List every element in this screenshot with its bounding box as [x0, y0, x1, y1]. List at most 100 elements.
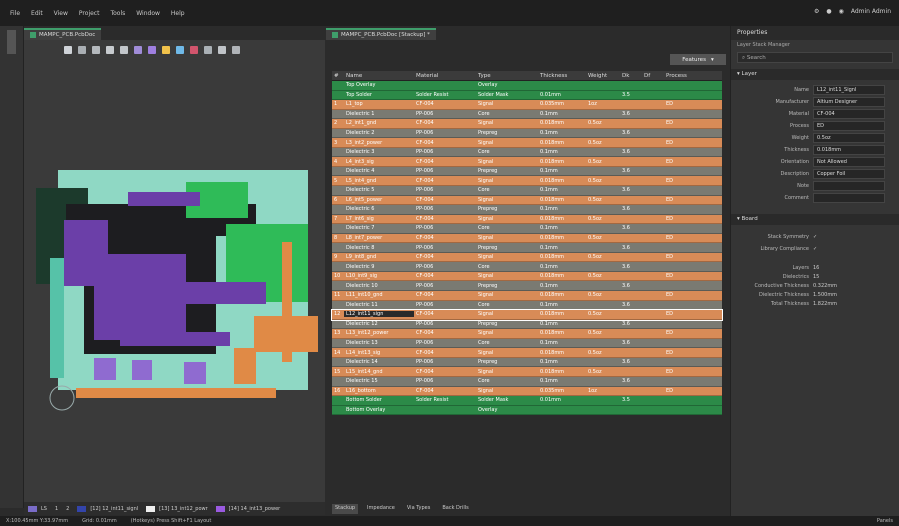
layer-section-header[interactable]: ▾ Layer [731, 69, 899, 80]
layer-label-1[interactable]: 1 [55, 506, 58, 512]
table-row[interactable]: 6 L6_int5_power CF-004 Signal 0.018mm 0.5oz ED [332, 195, 722, 206]
menu-edit[interactable]: Edit [31, 10, 43, 17]
table-row[interactable]: 16 L16_bottom CF-004 Signal 0.035mm 1oz ED [332, 386, 722, 397]
diff-pair-icon[interactable] [148, 46, 156, 54]
layer-label-2[interactable]: 2 [66, 506, 69, 512]
menu-tools[interactable]: Tools [110, 10, 125, 17]
table-row[interactable]: Dielectric 15 PP-006 Core 0.1mm 3.6 [332, 376, 722, 387]
layer-chip-13[interactable] [146, 505, 156, 512]
table-row[interactable]: Dielectric 13 PP-006 Core 0.1mm 3.6 [332, 338, 722, 349]
col-material[interactable]: Material [414, 73, 476, 79]
line-icon[interactable] [232, 46, 240, 54]
table-row[interactable]: Dielectric 6 PP-006 Prepreg 0.1mm 3.6 [332, 205, 722, 215]
menu-view[interactable]: View [54, 10, 68, 17]
table-row[interactable]: Dielectric 1 PP-006 Core 0.1mm 3.6 [332, 109, 722, 120]
table-row[interactable]: 10 L10_int9_sig CF-004 Signal 0.018mm 0.5oz ED [332, 271, 722, 282]
table-row[interactable]: Bottom Overlay Overlay [332, 405, 722, 416]
col-type[interactable]: Type [476, 73, 538, 79]
pcb-doc-tab[interactable]: MAMPC_PCB.PcbDoc [24, 28, 102, 40]
table-row[interactable]: 1 L1_top CF-004 Signal 0.035mm 1oz ED [332, 100, 722, 110]
table-row[interactable]: Dielectric 11 PP-006 Core 0.1mm 3.6 [332, 300, 722, 311]
crosshair-icon[interactable] [78, 46, 86, 54]
table-row[interactable]: 12 L12_int11_sign CF-004 Signal 0.018mm 0.5oz… [331, 309, 723, 321]
prop-value-field[interactable]: 0.5oz [813, 133, 885, 143]
table-row[interactable]: Dielectric 10 PP-006 Prepreg 0.1mm 3.6 [332, 281, 722, 292]
user-icon[interactable]: ◉ [839, 8, 844, 15]
tab-stackup[interactable]: Stackup [332, 504, 359, 514]
table-row[interactable]: 3 L3_int2_power CF-004 Signal 0.018mm 0.5oz ED [332, 138, 722, 148]
layer-label-14[interactable]: [14] 14_int13_power [229, 506, 281, 512]
prop-value-field[interactable]: L12_int11_Signl [813, 85, 885, 95]
table-row[interactable]: 5 L5_int4_gnd CF-004 Signal 0.018mm 0.5oz ED [332, 176, 722, 187]
tab-via-types[interactable]: Via Types [404, 504, 433, 514]
select-rect-icon[interactable] [92, 46, 100, 54]
col-thickness[interactable]: Thickness [538, 73, 586, 79]
projects-panel-tab[interactable] [7, 30, 16, 54]
layer-chip-ls[interactable] [28, 505, 37, 512]
table-row[interactable]: 14 L14_int13_sig CF-004 Signal 0.018mm 0.5oz E… [332, 348, 722, 358]
align-icon[interactable] [120, 46, 128, 54]
component-icon[interactable] [204, 46, 212, 54]
table-row[interactable]: 2 L2_int1_gnd CF-004 Signal 0.018mm 0.5oz ED [332, 119, 722, 129]
table-row[interactable]: Dielectric 12 PP-006 Prepreg 0.1mm 3.6 [332, 319, 722, 330]
menu-project[interactable]: Project [79, 10, 100, 17]
board-section-header[interactable]: ▾ Board [731, 214, 899, 225]
layer-chip-14[interactable] [215, 505, 225, 512]
tab-back-drills[interactable]: Back Drills [439, 504, 471, 514]
prop-value-field[interactable]: ED [813, 121, 885, 131]
prop-value-field[interactable] [813, 193, 885, 203]
col-process[interactable]: Process [664, 73, 720, 79]
table-row[interactable]: 8 L8_int7_power CF-004 Signal 0.018mm 0.5oz ED [332, 233, 722, 244]
table-row[interactable]: Dielectric 7 PP-006 Core 0.1mm 3.6 [332, 224, 722, 234]
prop-value-field[interactable]: 0.018mm [813, 145, 885, 155]
route-icon[interactable] [134, 46, 142, 54]
col-weight[interactable]: Weight [586, 73, 620, 79]
tab-impedance[interactable]: Impedance [364, 504, 398, 514]
table-row[interactable]: Top Overlay Overlay [332, 81, 722, 91]
table-row[interactable]: 13 L13_int12_power CF-004 Signal 0.018mm 0.5o… [332, 329, 722, 339]
layer-chip-12[interactable] [77, 505, 87, 512]
stackup-doc-tab[interactable]: MAMPC_PCB.PcbDoc [Stackup] * [326, 28, 436, 40]
properties-search[interactable]: ⌕ Search [737, 52, 893, 63]
features-dropdown[interactable]: Features ▾ [670, 54, 726, 65]
table-row[interactable]: Dielectric 2 PP-006 Prepreg 0.1mm 3.6 [332, 128, 722, 139]
table-row[interactable]: Dielectric 8 PP-006 Prepreg 0.1mm 3.6 [332, 243, 722, 253]
table-row[interactable]: 4 L4_int3_sig CF-004 Signal 0.018mm 0.5oz ED [332, 157, 722, 167]
prop-value-field[interactable]: CF-004 [813, 109, 885, 119]
filter-icon[interactable] [64, 46, 72, 54]
col-name[interactable]: Name [344, 73, 414, 79]
panels-button[interactable]: Panels [877, 518, 893, 524]
prop-value-field[interactable]: Altium Designer [813, 97, 885, 107]
table-row[interactable]: 15 L15_int14_gnd CF-004 Signal 0.018mm 0.5oz E… [332, 367, 722, 377]
table-row[interactable]: 9 L9_int8_gnd CF-004 Signal 0.018mm 0.5oz ED [332, 252, 722, 263]
layer-label-12[interactable]: [12] 12_int11_signl [90, 506, 138, 512]
prop-value-field[interactable] [813, 181, 885, 191]
move-icon[interactable] [106, 46, 114, 54]
polygon-icon[interactable] [190, 46, 198, 54]
table-row[interactable]: 7 L7_int6_sig CF-004 Signal 0.018mm 0.5oz ED [332, 214, 722, 225]
bell-icon[interactable]: ● [826, 8, 831, 15]
col-df[interactable]: Df [642, 73, 664, 79]
layer-label-13[interactable]: [13] 13_int12_powr [159, 506, 207, 512]
layer-label-ls[interactable]: LS [41, 506, 47, 512]
table-row[interactable]: Dielectric 14 PP-006 Prepreg 0.1mm 3.6 [332, 357, 722, 368]
menu-window[interactable]: Window [136, 10, 160, 17]
table-row[interactable]: Dielectric 3 PP-006 Core 0.1mm 3.6 [332, 147, 722, 158]
gear-icon[interactable]: ⚙ [814, 8, 819, 15]
user-label[interactable]: Admin Admin [851, 8, 891, 15]
table-row[interactable]: Dielectric 9 PP-006 Core 0.1mm 3.6 [332, 262, 722, 272]
prop-value-field[interactable]: Not Allowed [813, 157, 885, 167]
table-row[interactable]: Bottom Solder Solder Resist Solder Mask 0.0… [332, 396, 722, 406]
menu-file[interactable]: File [10, 10, 20, 17]
pcb-board-view[interactable] [36, 162, 321, 412]
text-icon[interactable] [218, 46, 226, 54]
via-icon[interactable] [162, 46, 170, 54]
menu-help[interactable]: Help [171, 10, 185, 17]
prop-value-field[interactable]: Copper Foil [813, 169, 885, 179]
table-row[interactable]: 11 L11_int10_gnd CF-004 Signal 0.018mm 0.5oz E… [332, 291, 722, 301]
table-row[interactable]: Top Solder Solder Resist Solder Mask 0.01mm… [332, 90, 722, 101]
table-row[interactable]: Dielectric 4 PP-006 Prepreg 0.1mm 3.6 [332, 166, 722, 177]
fill-icon[interactable] [176, 46, 184, 54]
col-index[interactable]: # [332, 73, 344, 79]
col-dk[interactable]: Dk [620, 73, 642, 79]
